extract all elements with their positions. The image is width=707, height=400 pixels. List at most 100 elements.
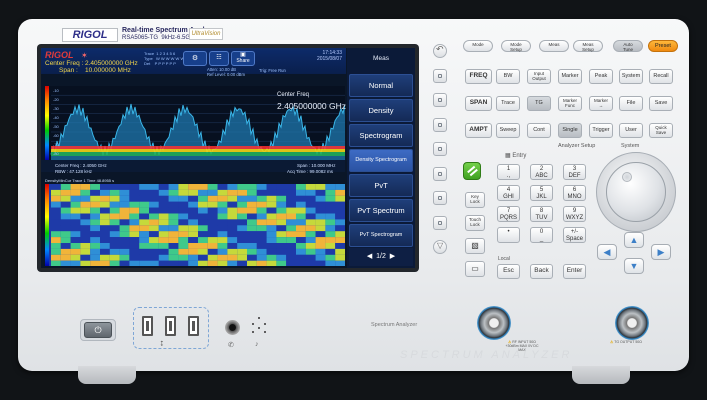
save-image-key[interactable]: ▧ bbox=[465, 238, 485, 254]
tg-output-connector[interactable] bbox=[615, 306, 649, 340]
softkey-pvt-spectrogram[interactable]: PvT Spectrogram bbox=[349, 224, 413, 247]
waterfall-cell bbox=[80, 248, 91, 255]
span-value[interactable]: 10.000000 MHz bbox=[85, 67, 131, 74]
hardware-softkey-3[interactable] bbox=[433, 93, 447, 107]
waterfall-cell bbox=[286, 195, 296, 202]
headphone-jack[interactable] bbox=[225, 320, 240, 335]
waterfall-cell bbox=[325, 201, 336, 208]
waterfall-cell bbox=[168, 201, 179, 208]
esc-key[interactable]: Esc bbox=[497, 264, 520, 279]
input-output-key[interactable]: Input Output bbox=[527, 69, 551, 84]
touch-screen[interactable]: RIGOL ✶ Center Freq : 2.405000000 GHz Sp… bbox=[41, 48, 415, 268]
rf-input-connector[interactable] bbox=[477, 306, 511, 340]
center-freq-value[interactable]: 2.405000000 GHz bbox=[85, 60, 138, 67]
speaker-grille bbox=[250, 317, 268, 335]
system-key[interactable]: System bbox=[619, 69, 643, 84]
keypad-3[interactable]: 3 DEF bbox=[563, 164, 586, 180]
keypad-key[interactable]: • bbox=[497, 227, 520, 243]
waterfall-cell bbox=[276, 189, 287, 196]
trace-key[interactable]: Trace bbox=[496, 96, 520, 111]
enter-key[interactable]: Enter bbox=[563, 264, 586, 279]
usb-port-2[interactable] bbox=[165, 316, 176, 336]
mode-setup-key[interactable]: Mode Setup bbox=[501, 40, 531, 52]
spectrogram-plot[interactable] bbox=[45, 184, 345, 266]
meas-key[interactable]: Meas bbox=[539, 40, 569, 52]
clock-date: 2015/08/07 bbox=[316, 56, 342, 62]
preset-key[interactable]: Preset bbox=[648, 40, 678, 52]
marker-func-key[interactable]: Marker Func bbox=[558, 96, 582, 111]
peak-key[interactable]: Peak bbox=[589, 69, 613, 84]
softkey-pvt-spectrum[interactable]: PvT Spectrum bbox=[349, 199, 413, 222]
softkey-spectrogram[interactable]: Spectrogram bbox=[349, 124, 413, 147]
marker-key[interactable]: Marker → bbox=[589, 96, 613, 111]
marker-key[interactable]: Marker bbox=[558, 69, 582, 84]
keypad-6[interactable]: 6 MNO bbox=[563, 185, 586, 201]
keypad-5[interactable]: 5 JKL bbox=[530, 185, 553, 201]
mode-key[interactable]: Mode bbox=[463, 40, 493, 52]
hardware-softkey-9[interactable]: ▽ bbox=[433, 240, 447, 254]
rotary-knob[interactable] bbox=[606, 162, 666, 222]
bw-key[interactable]: BW bbox=[496, 69, 520, 84]
display-mode-icon[interactable]: ▣ Share bbox=[231, 51, 255, 66]
ref-icon[interactable]: ☷ bbox=[209, 51, 229, 66]
hardware-softkey-2[interactable] bbox=[433, 68, 447, 83]
usb-port-3[interactable] bbox=[188, 316, 199, 336]
touch-enable-key[interactable] bbox=[463, 162, 481, 180]
user-key[interactable]: User bbox=[619, 123, 643, 138]
usb-port-1[interactable] bbox=[142, 316, 153, 336]
left-arrow-key[interactable]: ◀ bbox=[597, 244, 617, 260]
hardware-softkey-1[interactable]: ↶ bbox=[433, 44, 447, 58]
save-key[interactable]: Save bbox=[649, 96, 673, 111]
preset-screen-key[interactable]: ▭ bbox=[465, 261, 485, 277]
file-key[interactable]: File bbox=[619, 96, 643, 111]
hardware-softkey-4[interactable] bbox=[433, 117, 447, 132]
tg-key[interactable]: TG bbox=[527, 96, 551, 111]
trigger-key[interactable]: Trigger bbox=[589, 123, 613, 138]
softkey-density[interactable]: Density bbox=[349, 99, 413, 122]
power-button[interactable]: ⏻ bbox=[84, 322, 112, 338]
keypad-1[interactable]: 1 ., bbox=[497, 164, 520, 180]
prev-page-icon[interactable]: ◀ bbox=[367, 253, 372, 260]
waterfall-cell bbox=[188, 219, 198, 226]
hardware-softkey-6[interactable] bbox=[433, 166, 447, 181]
keypad-7[interactable]: 7 PQRS bbox=[497, 206, 520, 222]
sweep-key[interactable]: Sweep bbox=[496, 123, 520, 138]
waterfall-cell bbox=[198, 225, 208, 232]
key-lock-key[interactable]: Key Lock bbox=[465, 192, 485, 208]
auto-tune-key[interactable]: Auto Tune bbox=[613, 40, 643, 52]
cont-key[interactable]: Cont bbox=[527, 123, 551, 138]
hardware-softkey-5[interactable] bbox=[433, 142, 447, 156]
waterfall-cell bbox=[119, 213, 130, 220]
waterfall-cell bbox=[119, 237, 130, 243]
recall-key[interactable]: Recall bbox=[649, 69, 673, 84]
freq-key[interactable]: FREQ bbox=[465, 69, 492, 84]
hardware-softkey-7[interactable] bbox=[433, 191, 447, 205]
keypad-9[interactable]: 9 WXYZ bbox=[563, 206, 586, 222]
keypad-2[interactable]: 2 ABC bbox=[530, 164, 553, 180]
keypad-8[interactable]: 8 TUV bbox=[530, 206, 553, 222]
keypad-0[interactable]: 0 _ bbox=[530, 227, 553, 243]
next-page-icon[interactable]: ▶ bbox=[390, 253, 395, 260]
gear-icon[interactable]: ⚙ bbox=[183, 51, 207, 66]
touch-lock-key[interactable]: Touch Lock bbox=[465, 215, 485, 231]
keypad-key[interactable]: +/- Space bbox=[563, 227, 586, 243]
hardware-softkey-8[interactable] bbox=[433, 215, 447, 230]
softkey-density-spectrogram[interactable]: Density Spectrogram bbox=[349, 149, 413, 172]
single-key[interactable]: Single bbox=[558, 123, 582, 138]
down-arrow-key[interactable]: ▼ bbox=[624, 258, 644, 274]
trace-info[interactable]: Trace 1 2 3 4 5 6 Type W W W W W W Det P… bbox=[144, 51, 184, 66]
ampt-key[interactable]: AMPT bbox=[465, 123, 492, 138]
waterfall-cell bbox=[276, 225, 287, 232]
keypad-4[interactable]: 4 GHI bbox=[497, 185, 520, 201]
right-arrow-key[interactable]: ▶ bbox=[651, 244, 671, 260]
meas-setup-key[interactable]: Meas Setup bbox=[573, 40, 603, 52]
softkey-pvt[interactable]: PvT bbox=[349, 174, 413, 197]
up-arrow-key[interactable]: ▲ bbox=[624, 232, 644, 248]
back-key[interactable]: Back bbox=[530, 264, 553, 279]
quick-save-key[interactable]: Quick Save bbox=[649, 123, 673, 138]
softkey-normal[interactable]: Normal bbox=[349, 74, 413, 97]
span-key[interactable]: SPAN bbox=[465, 96, 492, 111]
model-watermark: SPECTRUM ANALYZER bbox=[400, 349, 573, 361]
softkey-pager[interactable]: ◀ 1/2 ▶ bbox=[349, 248, 413, 266]
waterfall-cell bbox=[305, 189, 316, 196]
